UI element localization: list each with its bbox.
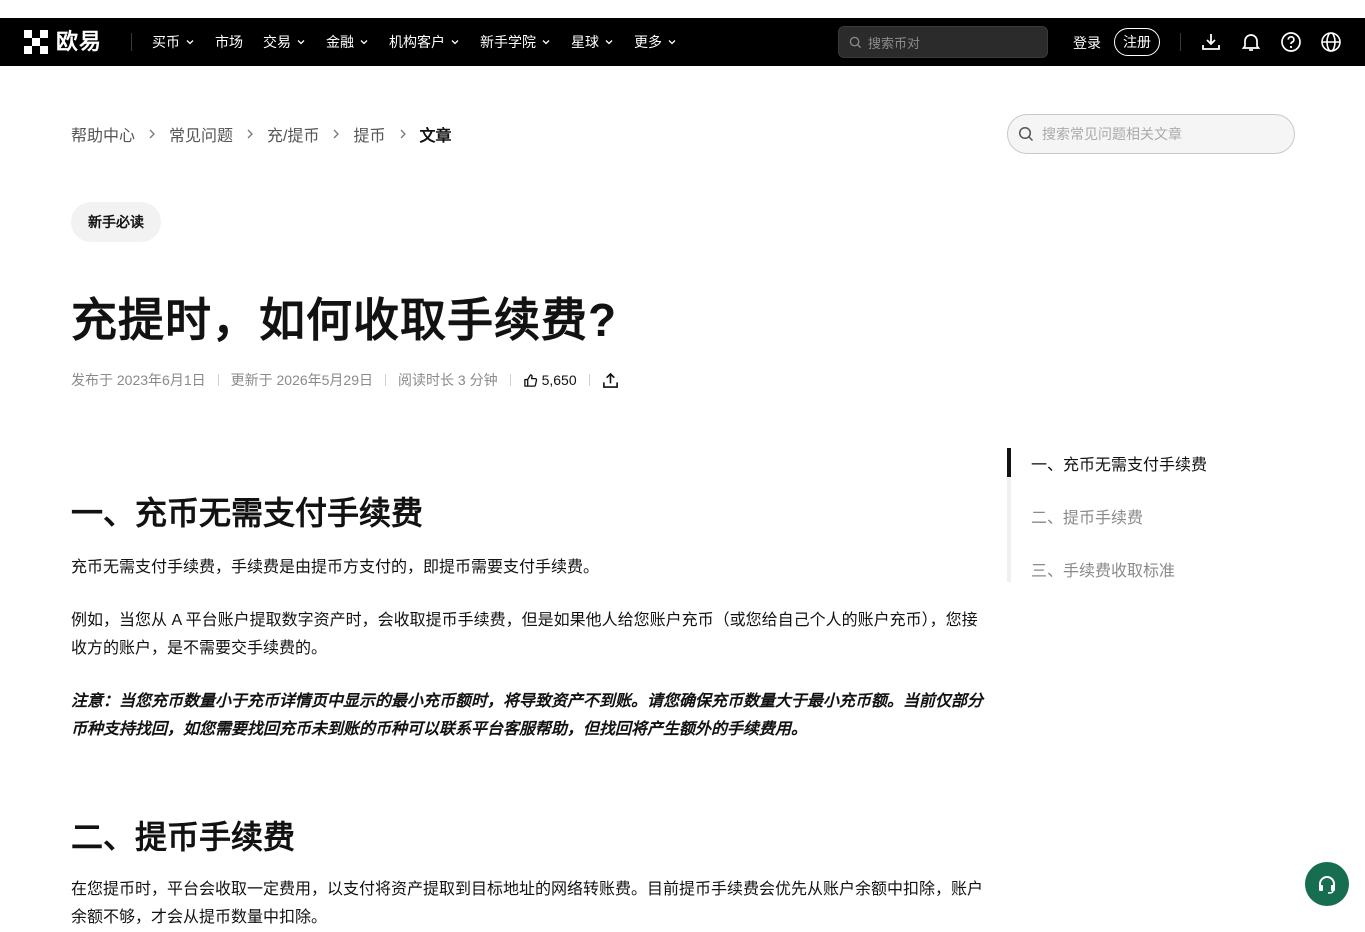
chevron-down-icon: [186, 40, 194, 45]
nav-item-label: 新手学院: [480, 34, 536, 50]
breadcrumb-item[interactable]: 帮助中心: [71, 122, 135, 146]
help-search-placeholder: 搜索常见问题相关文章: [1042, 126, 1182, 142]
logo-text: 欧易: [56, 29, 103, 54]
nav-item[interactable]: 交易: [263, 32, 306, 52]
nav-item[interactable]: 买币: [152, 32, 195, 52]
register-button[interactable]: 注册: [1114, 28, 1160, 56]
meta-divider: [588, 374, 590, 386]
chevron-right-icon: [334, 129, 340, 139]
article-meta: 发布于 2023年6月1日 更新于 2026年5月29日 阅读时长 3 分钟 5…: [71, 370, 619, 390]
nav-item[interactable]: 星球: [571, 32, 614, 52]
chevron-down-icon: [360, 40, 368, 45]
breadcrumb-item: 文章: [419, 128, 452, 145]
breadcrumb-item[interactable]: 提币: [353, 122, 385, 146]
article-title: 充提时，如何收取手续费?: [71, 294, 618, 346]
paragraph: 在您提币时，平台会收取一定费用，以支付将资产提取到目标地址的网络转账费。目前提币…: [71, 881, 984, 926]
nav-item-label: 金融: [326, 34, 354, 50]
chevron-right-icon: [149, 129, 155, 139]
chevron-down-icon: [605, 40, 613, 45]
nav-item-label: 星球: [571, 34, 599, 50]
breadcrumb-item[interactable]: 充/提币: [267, 122, 319, 146]
section-heading: 一、充币无需支付手续费: [71, 495, 424, 531]
pair-search-input[interactable]: 搜索币对: [838, 26, 1048, 58]
chevron-down-icon: [451, 40, 459, 45]
bell-icon[interactable]: [1240, 31, 1262, 53]
nav-item-label: 买币: [152, 34, 180, 50]
meta-divider: [509, 374, 511, 386]
okx-logo-mark-icon: [24, 30, 48, 54]
toc-item[interactable]: 二、提币手续费: [1031, 504, 1143, 528]
nav-item[interactable]: 金融: [326, 32, 369, 52]
like-count: 5,650: [541, 372, 577, 388]
table-of-contents: 一、充币无需支付手续费 二、提币手续费 三、手续费收取标准: [1007, 448, 1295, 582]
paragraph: 充币无需支付手续费，手续费是由提币方支付的，即提币需要支付手续费。: [71, 559, 600, 576]
pair-search-placeholder: 搜索币对: [868, 35, 921, 51]
help-icon[interactable]: [1280, 31, 1302, 53]
meta-divider: [217, 374, 219, 386]
login-link[interactable]: 登录: [1073, 33, 1101, 53]
chevron-right-icon: [247, 129, 253, 139]
paragraph: 例如，当您从 A 平台账户提取数字资产时，会收取提币手续费，但是如果他人给您账户…: [71, 612, 978, 657]
category-tag[interactable]: 新手必读: [71, 202, 161, 242]
chevron-down-icon: [542, 40, 550, 45]
toc-item[interactable]: 三、手续费收取标准: [1031, 557, 1175, 581]
section-heading: 二、提币手续费: [71, 819, 296, 855]
download-icon[interactable]: [1200, 31, 1222, 53]
nav-item[interactable]: 更多: [634, 32, 677, 52]
help-search-input[interactable]: 搜索常见问题相关文章: [1007, 114, 1295, 154]
search-icon: [849, 36, 862, 48]
headset-icon: [1319, 876, 1335, 894]
nav-item-label: 机构客户: [389, 34, 445, 50]
okx-logo[interactable]: 欧易: [24, 30, 102, 54]
chevron-down-icon: [668, 40, 676, 45]
thumbs-up-icon: [523, 373, 537, 387]
nav-item[interactable]: 新手学院: [480, 32, 551, 52]
breadcrumb: 帮助中心 常见问题 充/提币 提币 文章: [71, 122, 452, 146]
updated-date: 更新于 2026年5月29日: [230, 372, 374, 388]
meta-divider: [385, 374, 387, 386]
nav-divider: [1180, 33, 1181, 51]
nav-item[interactable]: 机构客户: [389, 32, 460, 52]
note-paragraph: 注意：当您充币数量小于充币详情页中显示的最小充币额时，将导致资产不到账。请您确保…: [71, 693, 984, 738]
top-navbar: 欧易 买币 市场 交易 金融 机构客户 新手学院 星球 更多 搜索币对 登录 注册: [0, 18, 1365, 66]
nav-item-label: 交易: [263, 34, 291, 50]
search-icon: [1018, 126, 1034, 142]
top-strip: [0, 0, 1365, 18]
chevron-right-icon: [400, 129, 406, 139]
toc-active-indicator: [1007, 448, 1011, 477]
nav-menu: 买币 市场 交易 金融 机构客户 新手学院 星球 更多: [152, 18, 697, 66]
read-time: 阅读时长 3 分钟: [398, 372, 498, 388]
like-button[interactable]: 5,650: [523, 372, 577, 388]
nav-item-label: 更多: [634, 34, 662, 50]
nav-item-label: 市场: [215, 34, 243, 50]
customer-support-button[interactable]: [1305, 862, 1349, 906]
toc-item[interactable]: 一、充币无需支付手续费: [1031, 451, 1207, 475]
share-icon[interactable]: [602, 372, 619, 389]
nav-divider: [131, 33, 132, 51]
published-date: 发布于 2023年6月1日: [71, 372, 206, 388]
breadcrumb-item[interactable]: 常见问题: [169, 122, 233, 146]
globe-icon[interactable]: [1320, 31, 1342, 53]
chevron-down-icon: [297, 40, 305, 45]
nav-item[interactable]: 市场: [215, 32, 243, 52]
